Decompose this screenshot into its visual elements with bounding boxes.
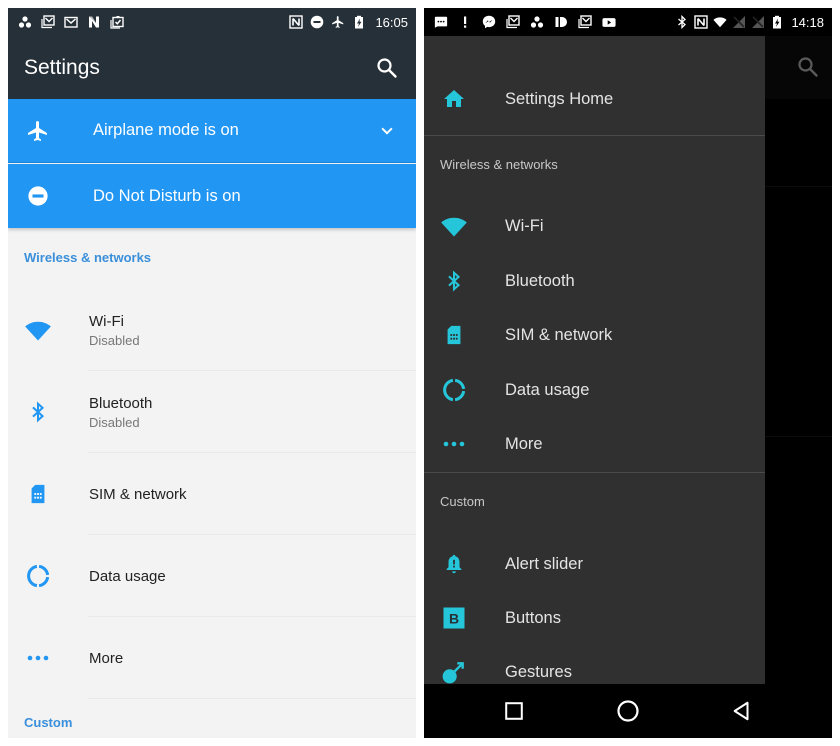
back-button[interactable] — [712, 684, 772, 738]
gmail-stack-icon — [578, 15, 592, 29]
list-item-data-usage[interactable]: Data usage — [8, 535, 416, 617]
divider — [88, 698, 416, 699]
drawer-item-label: Buttons — [505, 608, 561, 627]
airplane-icon — [331, 15, 345, 29]
drawer-item-sim-network[interactable]: SIM & network — [424, 308, 765, 362]
alert-icon — [458, 15, 472, 29]
chat-bubble-icon — [434, 15, 448, 29]
dimmed-divider — [764, 186, 832, 187]
wifi-icon — [8, 316, 68, 344]
divider — [424, 135, 765, 136]
recents-button[interactable] — [484, 684, 544, 738]
drawer-item-bluetooth[interactable]: Bluetooth — [424, 254, 765, 308]
drawer-item-label: Alert slider — [505, 554, 583, 573]
drawer-item-label: More — [505, 434, 543, 453]
drawer-item-label: Gestures — [505, 662, 572, 681]
do-not-disturb-icon — [8, 185, 68, 207]
drawer-item-settings-home[interactable]: Settings Home — [424, 72, 765, 126]
n-logo-icon — [87, 15, 101, 29]
drawer-item-alert-slider[interactable]: Alert slider — [424, 537, 765, 591]
drawer-item-label: Data usage — [505, 380, 590, 399]
airplane-icon — [8, 119, 68, 143]
drawer-item-label: Wi-Fi — [505, 216, 544, 235]
sim-card-icon — [8, 483, 68, 505]
condition-do-not-disturb[interactable]: Do Not Disturb is on — [8, 164, 416, 228]
item-subtitle: Disabled — [89, 414, 140, 430]
item-title: Wi-Fi — [89, 312, 124, 330]
home-icon — [424, 87, 484, 111]
do-not-disturb-icon — [310, 15, 324, 29]
item-title: More — [89, 649, 124, 667]
condition-airplane-mode[interactable]: Airplane mode is on — [8, 99, 416, 163]
no-signal-icon — [751, 15, 765, 29]
item-subtitle: Disabled — [89, 332, 140, 348]
drawer-section-header-wireless: Wireless & networks — [440, 157, 558, 172]
drawer-item-buttons[interactable]: B Buttons — [424, 591, 765, 645]
search-icon[interactable] — [374, 55, 400, 81]
section-header-custom: Custom — [24, 715, 73, 730]
navigation-drawer: Settings Home Wireless & networks Wi-Fi … — [424, 36, 765, 684]
bluetooth-icon — [8, 401, 68, 423]
drawer-item-more[interactable]: More — [424, 417, 765, 471]
status-time: 14:18 — [791, 14, 824, 30]
list-item-sim-network[interactable]: SIM & network — [8, 453, 416, 535]
list-item-more[interactable]: More — [8, 617, 416, 699]
condition-label: Airplane mode is on — [93, 121, 239, 139]
settings-screen-drawer: 14:18 Settings Home Wireless & networks … — [424, 8, 832, 738]
cluster-icon — [530, 15, 544, 29]
drawer-section-header-custom: Custom — [440, 494, 485, 509]
settings-screen-light: 16:05 Settings Airplane mode is on Do No… — [8, 8, 416, 738]
data-usage-icon — [424, 377, 484, 403]
buttons-icon: B — [424, 606, 484, 630]
bluetooth-icon — [675, 15, 689, 29]
status-time: 16:05 — [375, 14, 408, 30]
list-item-wifi[interactable]: Wi-Fi Disabled — [8, 289, 416, 371]
alert-slider-icon — [424, 553, 484, 575]
gestures-icon — [424, 659, 484, 685]
dimmed-divider — [764, 436, 832, 437]
data-usage-icon — [8, 563, 68, 589]
divider — [424, 472, 765, 473]
wifi-icon — [424, 212, 484, 240]
bluetooth-icon — [424, 270, 484, 292]
nfc-icon — [694, 15, 709, 29]
navigation-bar — [424, 684, 832, 738]
more-icon — [8, 654, 68, 662]
search-icon — [796, 55, 820, 79]
gmail-icon — [64, 15, 78, 29]
more-icon — [424, 440, 484, 448]
gmail-stack-icon — [41, 15, 55, 29]
battery-charging-icon — [770, 15, 784, 29]
cluster-icon — [18, 15, 32, 29]
item-title: Data usage — [89, 567, 166, 585]
page-title: Settings — [24, 55, 100, 79]
item-title: Bluetooth — [89, 394, 153, 412]
patreon-icon — [554, 15, 568, 29]
condition-label: Do Not Disturb is on — [93, 186, 241, 205]
youtube-icon — [602, 15, 616, 29]
sim-card-icon — [424, 324, 484, 346]
clipboard-check-icon — [110, 15, 124, 29]
home-button[interactable] — [598, 684, 658, 738]
list-item-bluetooth[interactable]: Bluetooth Disabled — [8, 371, 416, 453]
drawer-item-label: Settings Home — [505, 89, 614, 108]
battery-charging-icon — [352, 15, 366, 29]
item-title: SIM & network — [89, 485, 187, 503]
status-bar: 16:05 — [8, 8, 416, 36]
gmail-stack-icon — [506, 15, 520, 29]
nfc-icon — [289, 15, 304, 29]
drawer-item-label: SIM & network — [505, 325, 613, 344]
drawer-item-wifi[interactable]: Wi-Fi — [424, 199, 765, 253]
wifi-icon — [713, 15, 728, 29]
section-header-wireless: Wireless & networks — [24, 250, 152, 265]
app-bar: Settings — [8, 36, 416, 99]
drawer-item-label: Bluetooth — [505, 271, 575, 290]
no-signal-icon — [732, 15, 746, 29]
status-bar: 14:18 — [424, 8, 832, 36]
chevron-down-icon[interactable] — [378, 122, 396, 140]
messenger-icon — [482, 15, 496, 29]
svg-text:B: B — [449, 611, 459, 627]
drawer-item-data-usage[interactable]: Data usage — [424, 363, 765, 417]
